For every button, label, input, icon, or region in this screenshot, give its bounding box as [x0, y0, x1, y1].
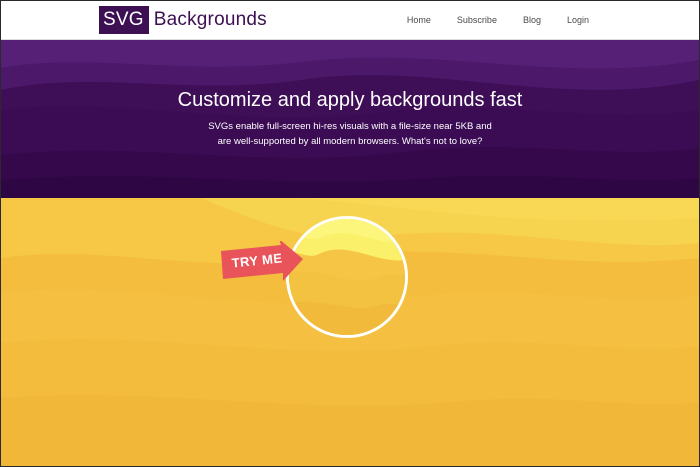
- nav-blog-link[interactable]: Blog: [523, 15, 541, 25]
- hero-subtitle: SVGs enable full-screen hi-res visuals w…: [1, 119, 699, 149]
- try-me-button[interactable]: TRY ME: [219, 241, 305, 283]
- logo-box-text: SVG: [99, 6, 149, 34]
- logo-word-text: Backgrounds: [153, 9, 267, 30]
- top-navbar: SVG Backgrounds Home Subscribe Blog Logi…: [1, 1, 699, 40]
- hero-title: Customize and apply backgrounds fast: [177, 89, 523, 111]
- hero-section: Customize and apply backgrounds fast SVG…: [1, 40, 699, 198]
- background-preview-stage[interactable]: TRY ME: [1, 198, 699, 466]
- nav-subscribe-link[interactable]: Subscribe: [457, 15, 497, 25]
- nav-home-link[interactable]: Home: [407, 15, 431, 25]
- hero-subtitle-line: SVGs enable full-screen hi-res visuals w…: [208, 121, 492, 132]
- nav-login-link[interactable]: Login: [567, 15, 589, 25]
- hero-subtitle-line: are well-supported by all modern browser…: [217, 136, 483, 147]
- browser-frame: SVG Backgrounds Home Subscribe Blog Logi…: [0, 0, 700, 467]
- site-logo[interactable]: SVG Backgrounds: [99, 6, 267, 34]
- nav-links: Home Subscribe Blog Login: [407, 1, 589, 39]
